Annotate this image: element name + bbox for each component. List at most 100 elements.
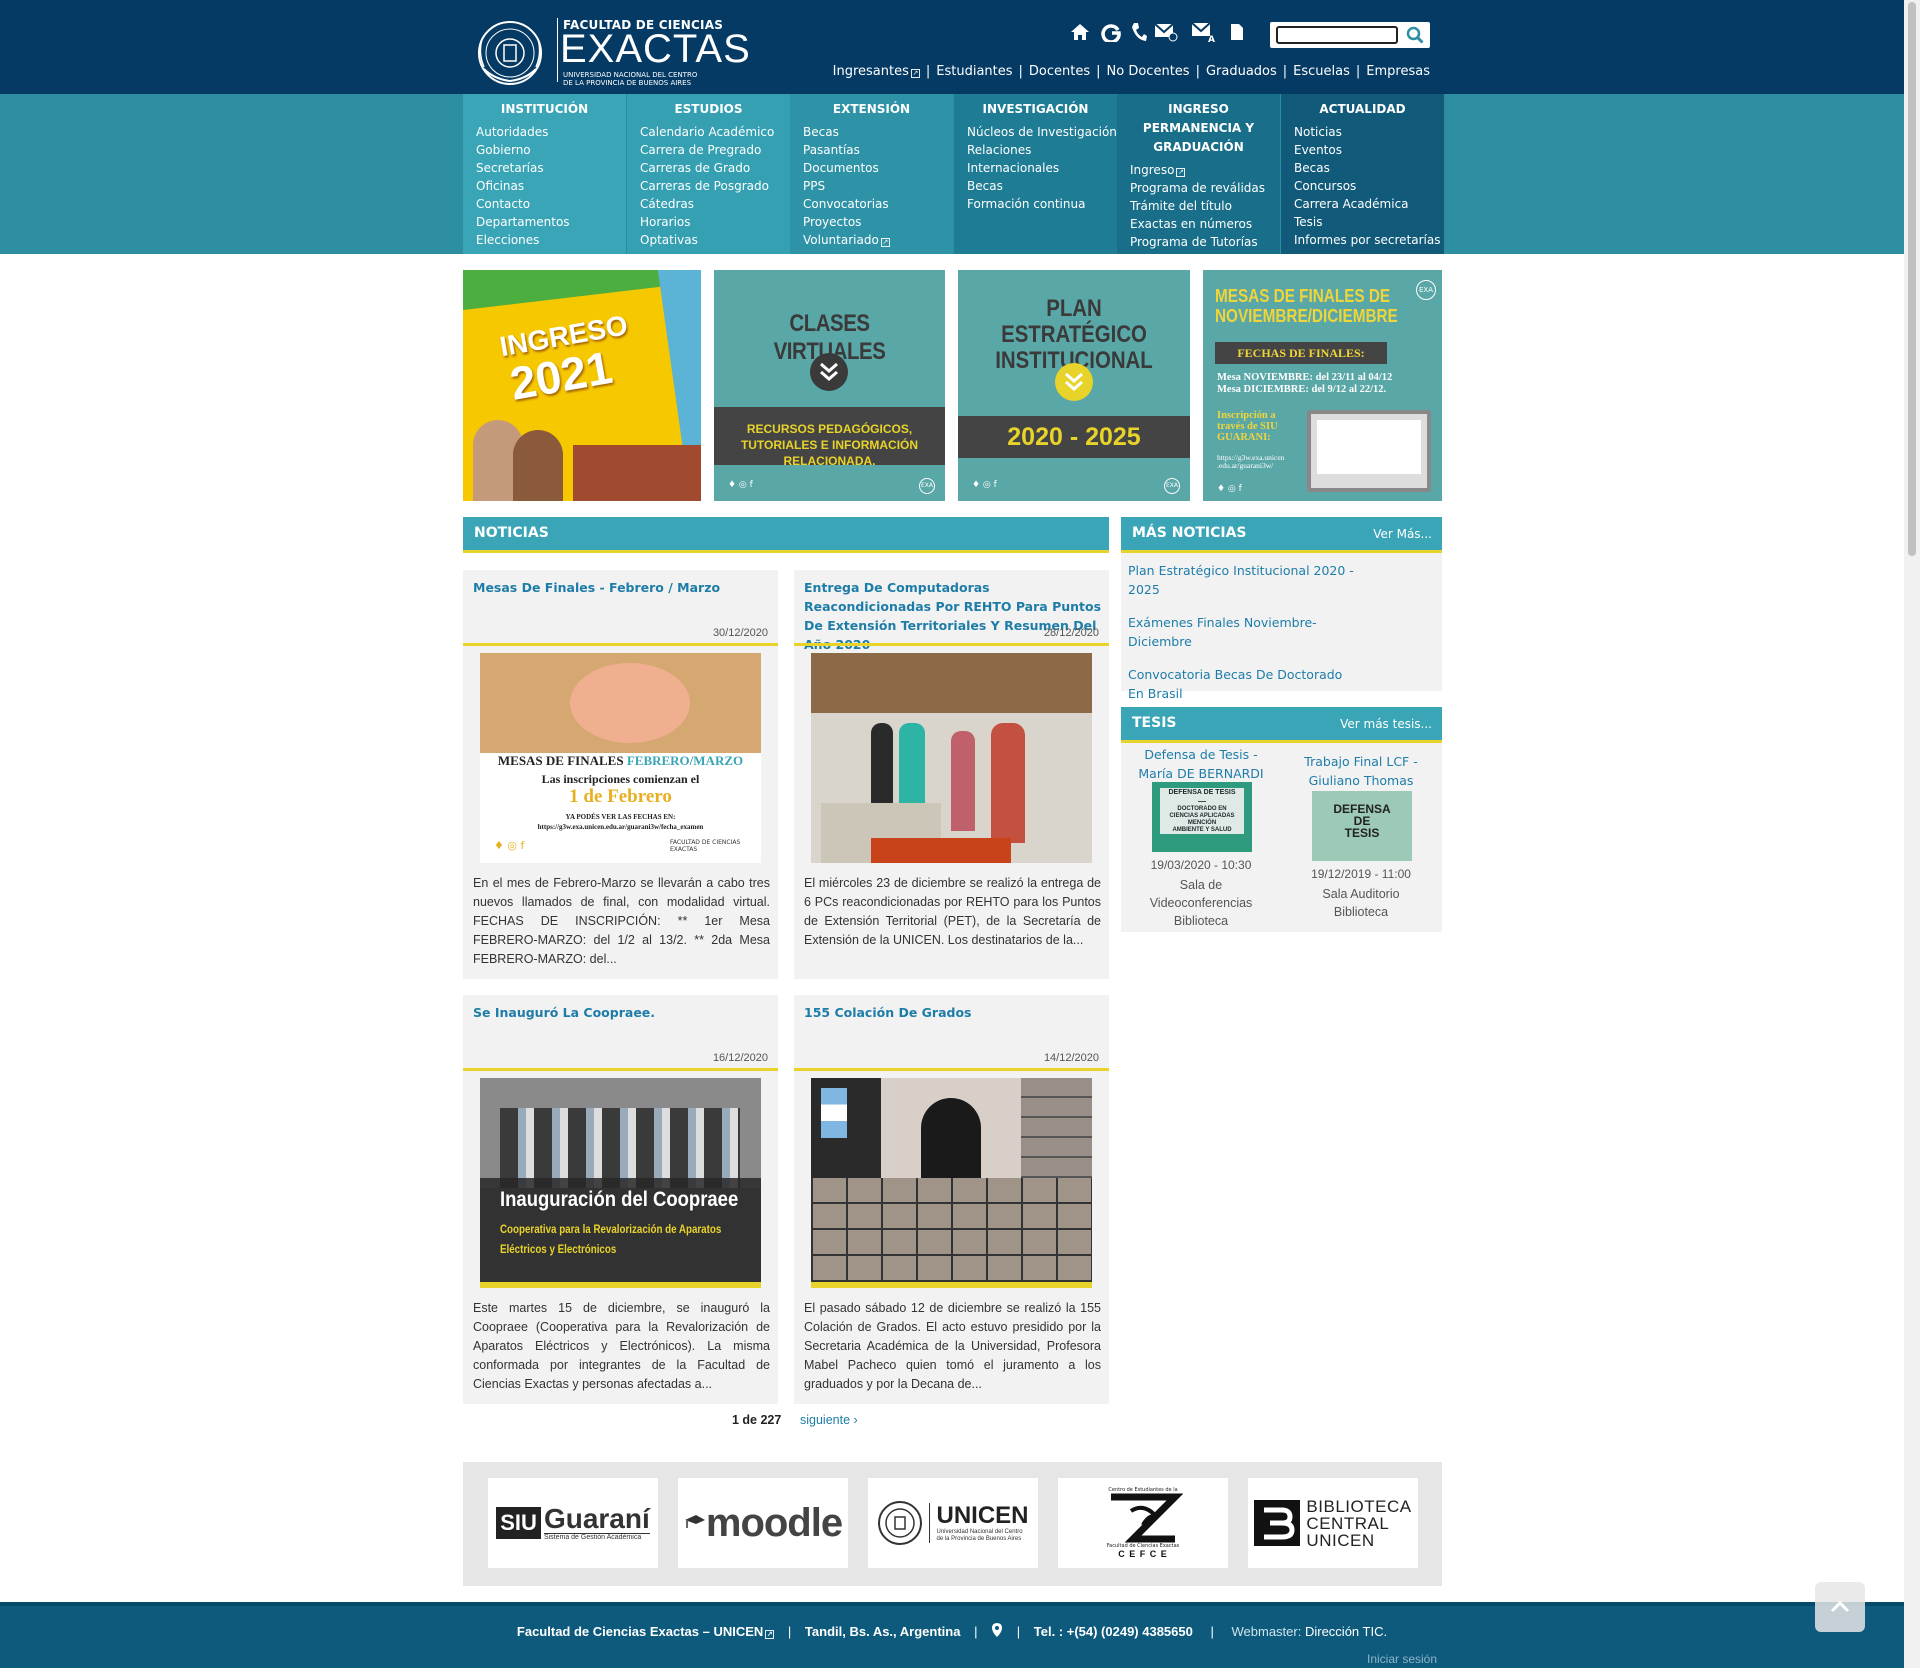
menu-item[interactable]: Informes por secretarías (1281, 231, 1444, 249)
menu-item[interactable]: Autoridades (463, 123, 626, 141)
footer-faculty-link[interactable]: Facultad de Ciencias Exactas – UNICEN ↗ (517, 1624, 775, 1639)
menu-heading[interactable]: INGRESO PERMANENCIA Y GRADUACIÓN (1117, 100, 1280, 157)
menu-item[interactable]: Carreras de Grado (627, 159, 790, 177)
thesis-date: 19/12/2019 - 11:00 (1311, 867, 1411, 881)
menu-item[interactable]: Documentos (790, 159, 953, 177)
menu-item[interactable]: Departamentos (463, 213, 626, 231)
menu-heading[interactable]: INSTITUCIÓN (463, 100, 626, 119)
menu-item[interactable]: Cátedras (627, 195, 790, 213)
menu-item[interactable]: Exactas en números (1117, 215, 1280, 233)
menu-item[interactable]: Gobierno (463, 141, 626, 159)
menu-item[interactable]: Eventos (1281, 141, 1444, 159)
news-image[interactable] (811, 653, 1092, 863)
document-icon[interactable] (1225, 20, 1249, 44)
exa-badge: EXA (1416, 280, 1436, 300)
menu-item[interactable]: Tesis (1281, 213, 1444, 231)
menu-item[interactable]: Concursos (1281, 177, 1444, 195)
thesis-item-title[interactable]: Trabajo Final LCF - Giuliano Thomas (1281, 752, 1441, 790)
news-title[interactable]: 155 Colación De Grados (804, 1003, 1102, 1022)
news-image[interactable]: MESAS DE FINALES FEBRERO/MARZO Las inscr… (480, 653, 761, 863)
cefce-logo[interactable]: Centro de Estudiantes de la Facultad de … (1058, 1478, 1228, 1568)
menu-item[interactable]: Becas (790, 123, 953, 141)
footer-webmaster-link[interactable]: Dirección TIC. (1305, 1624, 1387, 1639)
menu-item[interactable]: Banco de tesis (1117, 251, 1280, 269)
menu-item[interactable]: Carrera de Pregrado (627, 141, 790, 159)
g-suite-icon[interactable] (1099, 20, 1123, 44)
menu-item[interactable]: Secretarías (463, 159, 626, 177)
menu-item[interactable]: Carrera Académica (1281, 195, 1444, 213)
alumni-mail-icon[interactable]: A (1191, 20, 1215, 44)
more-news-link[interactable]: Ver Más... (1373, 527, 1432, 541)
thesis-image[interactable]: DEFENSA DE TESIS (1312, 791, 1412, 861)
search-input[interactable] (1276, 26, 1398, 44)
location-pin-icon[interactable] (991, 1622, 1003, 1638)
thesis-item-title[interactable]: Defensa de Tesis - María DE BERNARDI (1121, 745, 1281, 783)
thesis-image[interactable]: DEFENSA DE TESIS — DOCTORADO EN CIENCIAS… (1152, 782, 1252, 852)
menu-item[interactable]: Oficinas (463, 177, 626, 195)
webmail-icon[interactable] (1154, 20, 1178, 44)
phone-icon[interactable] (1127, 20, 1151, 44)
menu-item[interactable]: Noticias (1281, 123, 1444, 141)
more-news-item[interactable]: Convocatoria Becas De Doctorado En Brasi… (1128, 665, 1358, 703)
link-ingresantes[interactable]: Ingresantes ↗ (833, 64, 920, 79)
menu-item[interactable]: Elecciones (463, 231, 626, 249)
menu-item[interactable]: Becas (1281, 159, 1444, 177)
back-to-top-button[interactable] (1815, 1582, 1865, 1632)
menu-item[interactable]: PPS (790, 177, 953, 195)
menu-item[interactable]: Calendario Académico (627, 123, 790, 141)
menu-item[interactable]: Formación continua (954, 195, 1117, 213)
menu-item[interactable]: Contacto (463, 195, 626, 213)
banner-ingreso-2021[interactable]: INGRESO 2021 (463, 270, 701, 501)
menu-item[interactable]: Programa de reválidas (1117, 179, 1280, 197)
menu-item[interactable]: Relaciones (954, 141, 1117, 159)
banner-plan-estrategico[interactable]: PLAN ESTRATÉGICO INSTITUCIONAL 2020 - 202… (958, 270, 1190, 501)
menu-heading[interactable]: ESTUDIOS (627, 100, 790, 119)
unicen-seal-icon (878, 1501, 923, 1545)
menu-item[interactable]: Convocatorias (790, 195, 953, 213)
menu-item[interactable]: Horarios (627, 213, 790, 231)
menu-item[interactable]: Programa de Tutorías (1117, 233, 1280, 251)
menu-item-ingreso[interactable]: Ingreso ↗ (1117, 161, 1280, 179)
siu-guarani-logo[interactable]: SIU Guaraní Sistema de Gestión Académica (488, 1478, 658, 1568)
search-button[interactable] (1403, 24, 1427, 46)
menu-item-voluntariado[interactable]: Voluntariado ↗ (790, 231, 953, 249)
home-icon[interactable] (1068, 20, 1092, 44)
moodle-logo[interactable]: moodle (678, 1478, 848, 1568)
banner-clases-virtuales[interactable]: CLASES VIRTUALES RECURSOS PEDAGÓGICOS, T… (714, 270, 945, 501)
menu-heading[interactable]: EXTENSIÓN (790, 100, 953, 119)
faculty-logo[interactable]: FACULTAD DE CIENCIAS EXACTAS UNIVERSIDAD… (474, 16, 750, 88)
news-image[interactable]: Inauguración del Coopraee Cooperativa pa… (480, 1078, 761, 1288)
menu-item[interactable]: Carreras de Posgrado (627, 177, 790, 195)
news-title[interactable]: Mesas De Finales - Febrero / Marzo (473, 578, 771, 597)
link-empresas[interactable]: Empresas (1366, 64, 1430, 79)
menu-item[interactable]: Pasantías (790, 141, 953, 159)
menu-item[interactable]: Proyectos (790, 213, 953, 231)
news-card: Se Inauguró La Coopraee. 16/12/2020 Inau… (463, 995, 778, 1404)
link-graduados[interactable]: Graduados (1206, 64, 1277, 79)
pager-next-link[interactable]: siguiente › (800, 1413, 858, 1427)
thesis-date: 19/03/2020 - 10:30 (1150, 858, 1252, 872)
banner-mesas-finales[interactable]: MESAS DE FINALES DE NOVIEMBRE/DICIEMBRE E… (1203, 270, 1442, 501)
menu-item[interactable]: Núcleos de Investigación (954, 123, 1117, 141)
link-estudiantes[interactable]: Estudiantes (936, 64, 1012, 79)
news-title[interactable]: Se Inauguró La Coopraee. (473, 1003, 771, 1022)
unicen-logo[interactable]: UNICEN Universidad Nacional del Centro d… (868, 1478, 1038, 1568)
link-docentes[interactable]: Docentes (1029, 64, 1090, 79)
news-image[interactable] (811, 1078, 1092, 1288)
scrollbar-thumb[interactable] (1908, 2, 1916, 556)
menu-heading[interactable]: INVESTIGACIÓN (954, 100, 1117, 119)
menu-item[interactable]: Internacionales (954, 159, 1117, 177)
link-no-docentes[interactable]: No Docentes (1107, 64, 1190, 79)
login-link[interactable]: Iniciar sesión (1367, 1652, 1437, 1666)
menu-column-extension: EXTENSIÓN Becas Pasantías Documentos PPS… (790, 94, 953, 254)
more-thesis-link[interactable]: Ver más tesis... (1340, 717, 1432, 731)
link-escuelas[interactable]: Escuelas (1293, 64, 1350, 79)
menu-item[interactable]: Optativas (627, 231, 790, 249)
menu-item[interactable]: Becas (954, 177, 1117, 195)
more-news-item[interactable]: Plan Estratégico Institucional 2020 - 20… (1128, 561, 1358, 599)
page-scrollbar[interactable] (1904, 0, 1920, 1668)
menu-item[interactable]: Trámite del título (1117, 197, 1280, 215)
biblioteca-logo[interactable]: BIBLIOTECA CENTRAL UNICEN (1248, 1478, 1418, 1568)
more-news-item[interactable]: Exámenes Finales Noviembre-Diciembre (1128, 613, 1358, 651)
menu-heading[interactable]: ACTUALIDAD (1281, 100, 1444, 119)
